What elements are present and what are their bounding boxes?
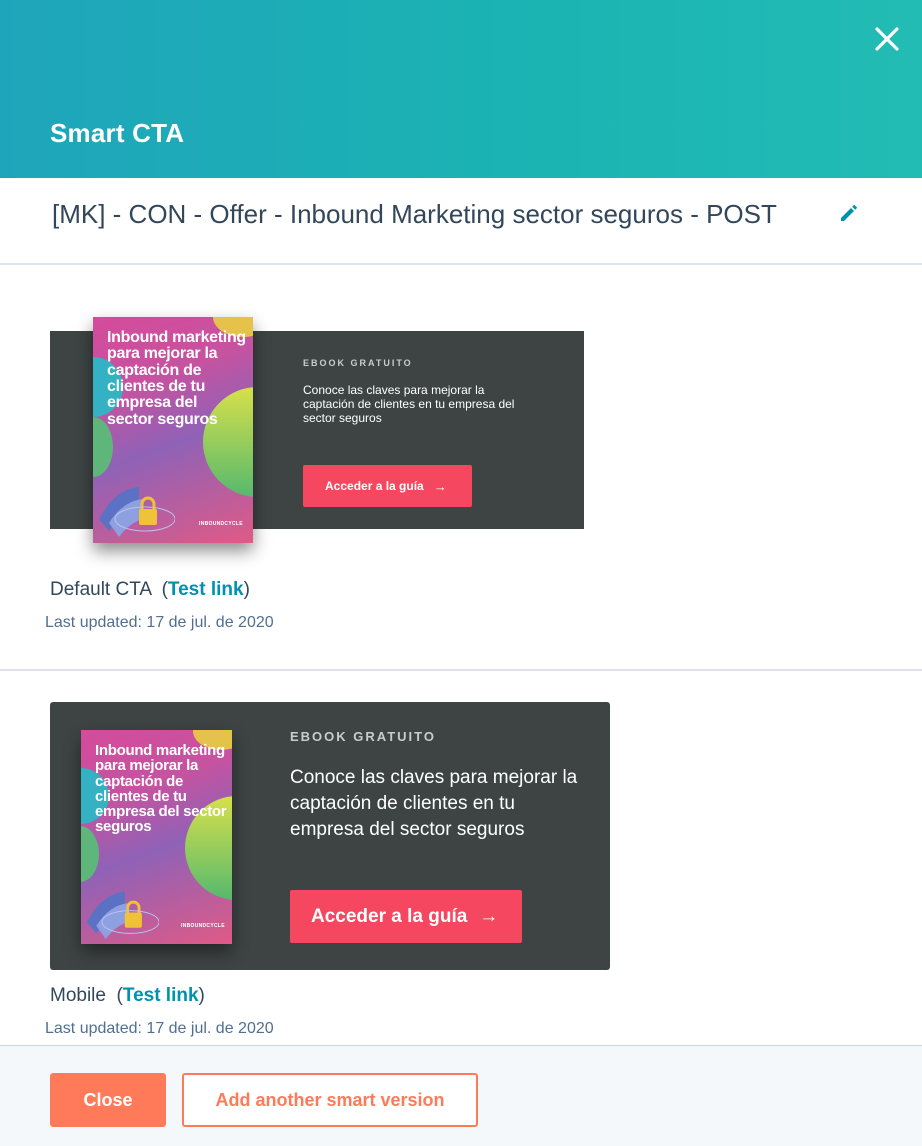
ebook-title: Inbound marketing para mejorar la captac…	[107, 329, 246, 428]
modal-header: Smart CTA	[0, 0, 922, 178]
modal-title: Smart CTA	[50, 118, 185, 148]
ebook-brand: INBOUNDCYCLE	[181, 923, 225, 929]
banner-eyebrow: EBOOK GRATUITO	[290, 729, 436, 744]
modal-footer: Close Add another smart version	[0, 1045, 922, 1146]
last-updated: Last updated: 17 de jul. de 2020	[45, 1020, 274, 1037]
banner-pitch: Conoce las claves para mejorar la captac…	[303, 383, 515, 425]
banner-cta-label: Acceder a la guía	[311, 905, 468, 927]
version-label-default: Default CTA (Test link)	[50, 579, 250, 600]
pencil-icon[interactable]	[838, 202, 860, 224]
add-smart-version-button[interactable]: Add another smart version	[182, 1073, 478, 1127]
banner-cta-button[interactable]: Acceder a la guía →	[303, 465, 472, 507]
test-link-paren: (	[111, 985, 123, 1006]
arrow-right-icon: →	[479, 905, 499, 927]
cta-name: [MK] - CON - Offer - Inbound Marketing s…	[52, 199, 777, 229]
banner-cta-label: Acceder a la guía	[325, 479, 424, 493]
default-cta-preview[interactable]: Inbound marketing para mejorar la captac…	[50, 317, 584, 543]
ebook-brand: INBOUNDCYCLE	[199, 521, 243, 527]
last-updated: Last updated: 17 de jul. de 2020	[45, 614, 274, 631]
mobile-cta-preview[interactable]: Inbound marketing para mejorar la captac…	[50, 702, 610, 970]
banner-cta-button[interactable]: Acceder a la guía →	[290, 890, 522, 943]
version-name: Default CTA	[50, 579, 152, 600]
lock-icon	[99, 487, 175, 537]
lock-icon	[86, 891, 159, 940]
ebook-cover: Inbound marketing para mejorar la captac…	[93, 317, 253, 543]
banner-eyebrow: EBOOK GRATUITO	[303, 358, 413, 368]
close-icon[interactable]	[872, 24, 902, 54]
cta-name-row: [MK] - CON - Offer - Inbound Marketing s…	[0, 178, 922, 265]
version-name: Mobile	[50, 985, 106, 1006]
test-link-paren: (	[156, 579, 168, 600]
test-link[interactable]: Test link	[168, 579, 244, 600]
close-button[interactable]: Close	[50, 1073, 166, 1127]
banner-pitch: Conoce las claves para mejorar la captac…	[290, 767, 578, 840]
version-label-mobile: Mobile (Test link)	[50, 985, 205, 1006]
ebook-title: Inbound marketing para mejorar la captac…	[95, 742, 227, 836]
ebook-cover: Inbound marketing para mejorar la captac…	[81, 730, 232, 944]
section-divider	[0, 669, 922, 671]
test-link[interactable]: Test link	[123, 985, 199, 1006]
arrow-right-icon: →	[433, 478, 447, 494]
